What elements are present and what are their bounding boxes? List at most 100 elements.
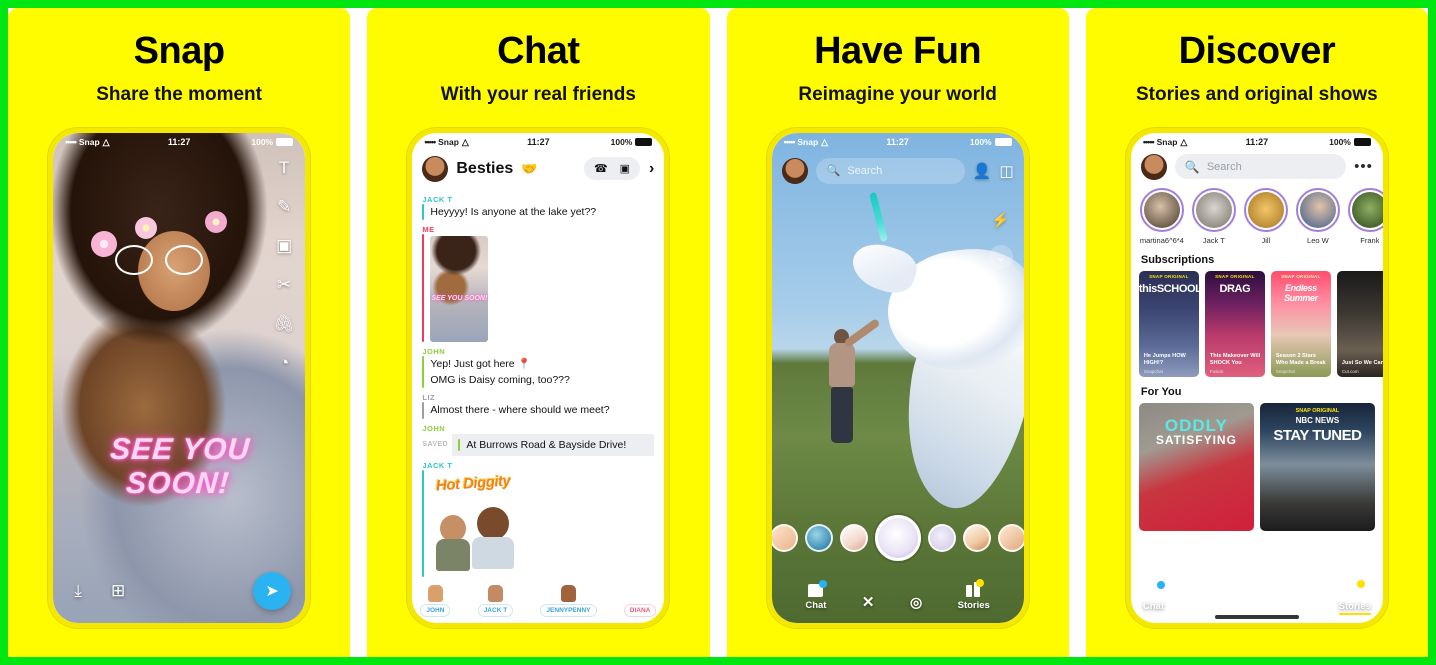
nav-stories[interactable]: Stories [1338, 579, 1371, 615]
download-icon[interactable]: ⤓ [67, 580, 89, 602]
story-item[interactable]: Frank [1347, 187, 1383, 245]
lens-thumbnail[interactable] [771, 523, 798, 552]
status-bar: ••••• Snap △ 11:27 100% [1131, 133, 1383, 152]
timer-tool-icon[interactable]: ◔ [273, 352, 295, 374]
nav-chat[interactable]: Chat [1142, 581, 1165, 613]
add-friend-icon[interactable]: 👤 [973, 162, 992, 180]
story-ring [1139, 187, 1184, 232]
subscription-card[interactable]: Just So We Can Cut.com [1336, 270, 1383, 377]
message-row: Heyyyy! Is anyone at the lake yet?? [422, 203, 654, 221]
phone-mockup-ar: ••••• Snap △ 11:27 100% 🔍 Search 👤 ◫ ⚡ ⌄… [766, 127, 1029, 628]
chevron-down-icon[interactable]: ⌄ [988, 244, 1013, 269]
message-list: JACK T Heyyyy! Is anyone at the lake yet… [412, 190, 664, 577]
search-input[interactable]: 🔍 Search [815, 157, 965, 184]
lens-carousel[interactable] [771, 514, 1024, 561]
subscription-card[interactable]: SNAP ORIGINAL thisSCHOOL He Jumps HOW HI… [1138, 270, 1199, 377]
profile-avatar[interactable] [1140, 153, 1167, 180]
sender-bar [422, 234, 425, 343]
more-options-icon[interactable]: ••• [1354, 158, 1373, 175]
thumbnail-caption: SEE YOU SOON! [431, 295, 488, 303]
story-item[interactable]: Leo W [1295, 187, 1341, 245]
chip-group[interactable]: JENNYPENNY [540, 584, 597, 617]
sender-bar [422, 469, 425, 577]
lens-explorer-icon: ◎ [909, 593, 923, 610]
send-button[interactable]: ➤ [253, 571, 292, 610]
story-thumbnail [1247, 191, 1284, 228]
message-sender: JOHN [422, 423, 446, 433]
participant-chip[interactable]: JACK T [477, 603, 514, 617]
story-item[interactable]: martina6^6*4 [1139, 187, 1185, 245]
subscription-card[interactable]: SNAP ORIGINAL DRAG This Makeover Will SH… [1204, 270, 1265, 377]
avatar[interactable] [422, 155, 449, 182]
flash-icon[interactable]: ⚡ [991, 211, 1010, 229]
bitmoji-character [472, 506, 515, 573]
chat-actions: ☎ ▣ › [583, 157, 654, 181]
paperclip-tool-icon[interactable]: 🖇 [273, 313, 295, 335]
story-thumbnail [1351, 191, 1383, 228]
chip-group[interactable]: JOHN [420, 584, 451, 617]
story-ring [1295, 187, 1340, 232]
for-you-row[interactable]: ODDLY SATISFYING SNAP ORIGINAL NBC NEWS … [1131, 402, 1383, 531]
camera-tool-rail[interactable]: T ✎ ▣ ✂ 🖇 ◔ [273, 157, 295, 374]
lens-thumbnail[interactable] [804, 523, 833, 552]
lens-thumbnail-selected[interactable] [874, 514, 921, 561]
story-thumbnail [1143, 191, 1180, 228]
call-icon[interactable]: ☎ [594, 162, 608, 175]
card-badge: SNAP ORIGINAL [1281, 273, 1321, 279]
lens-thumbnail[interactable] [839, 523, 868, 552]
panel-subtitle: With your real friends [440, 83, 636, 105]
video-icon[interactable]: ▣ [620, 162, 630, 175]
draw-tool-icon[interactable]: ✎ [273, 196, 295, 218]
clock: 11:27 [1245, 137, 1269, 148]
for-you-card[interactable]: SNAP ORIGINAL NBC NEWS STAY TUNED [1259, 402, 1375, 531]
chip-group[interactable]: DIANA [623, 585, 657, 617]
shutter-button[interactable] [1238, 566, 1275, 603]
chip-group[interactable]: JACK T [477, 584, 514, 617]
search-input[interactable]: 🔍 Search [1174, 154, 1347, 180]
bitmoji-avatar [487, 584, 503, 602]
forward-chevron-icon[interactable]: › [649, 160, 654, 178]
message-image-thumbnail[interactable]: SEE YOU SOON! [430, 236, 489, 343]
participant-chip[interactable]: DIANA [623, 603, 657, 617]
card-badge: SNAP ORIGINAL [1215, 273, 1255, 279]
nav-label: Chat [1142, 601, 1164, 613]
scissors-tool-icon[interactable]: ✂ [273, 274, 295, 296]
friend-stories-row[interactable]: martina6^6*4 Jack T Jill Leo W Frank [1131, 187, 1383, 245]
bitmoji-head [477, 506, 510, 540]
bitmoji-avatar [560, 584, 576, 602]
call-video-pill[interactable]: ☎ ▣ [583, 157, 641, 181]
participant-chip[interactable]: JOHN [420, 603, 451, 617]
add-to-story-icon[interactable]: ⊞ [107, 580, 129, 602]
panel-title: Discover [1178, 30, 1336, 72]
subscription-card[interactable]: SNAP ORIGINAL Endless Summer Season 2 St… [1270, 270, 1331, 377]
story-item[interactable]: Jill [1243, 187, 1289, 245]
message-text: OMG is Daisy coming, too??? [430, 374, 570, 387]
story-name: Leo W [1307, 235, 1329, 245]
nav-stories[interactable]: Stories [958, 578, 990, 611]
bitmoji-sticker[interactable]: Hot Diggity [430, 472, 548, 577]
nav-lens-explorer[interactable]: ◎ [910, 594, 922, 611]
lens-thumbnail[interactable] [962, 523, 991, 552]
profile-avatar[interactable] [781, 157, 808, 184]
flower-sticker [135, 216, 158, 239]
ar-bottom-nav: Chat ✕ ◎ Stories [772, 578, 1024, 611]
lens-thumbnail[interactable] [927, 523, 956, 552]
message-row: Yep! Just got here 📍 OMG is Daisy coming… [422, 356, 654, 389]
clock: 11:27 [527, 137, 550, 148]
sticker-tool-icon[interactable]: ▣ [273, 235, 295, 257]
participant-chip[interactable]: JENNYPENNY [540, 603, 597, 617]
sender-bar [458, 438, 461, 451]
panel-subtitle: Reimagine your world [798, 83, 997, 105]
story-name: Jack T [1202, 235, 1225, 245]
story-item[interactable]: Jack T [1191, 187, 1237, 245]
nav-close[interactable]: ✕ [862, 593, 875, 611]
card-caption: This Makeover Will SHOCK You [1209, 352, 1261, 366]
text-tool-icon[interactable]: T [273, 157, 295, 179]
snapcode-icon[interactable]: ◫ [999, 162, 1013, 180]
subscriptions-row[interactable]: SNAP ORIGINAL thisSCHOOL He Jumps HOW HI… [1131, 270, 1383, 377]
nav-chat[interactable]: Chat [805, 579, 828, 611]
message-sender: JACK T [422, 460, 453, 470]
for-you-card[interactable]: ODDLY SATISFYING [1138, 402, 1254, 531]
lens-thumbnail[interactable] [997, 523, 1024, 552]
status-bar: ••••• Snap △ 11:27 100% [53, 133, 305, 152]
